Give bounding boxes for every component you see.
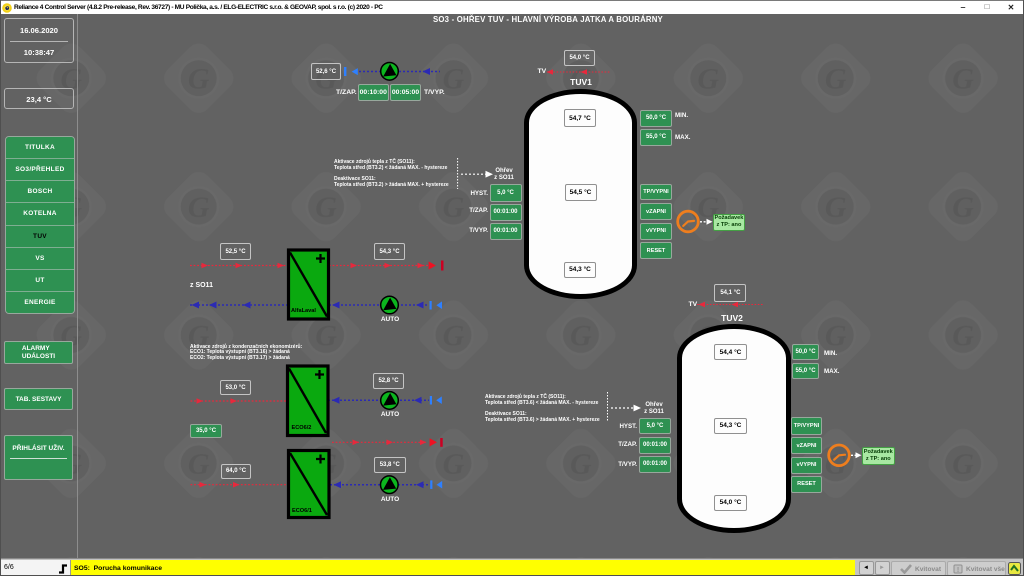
svg-text:!: ! (957, 567, 959, 574)
